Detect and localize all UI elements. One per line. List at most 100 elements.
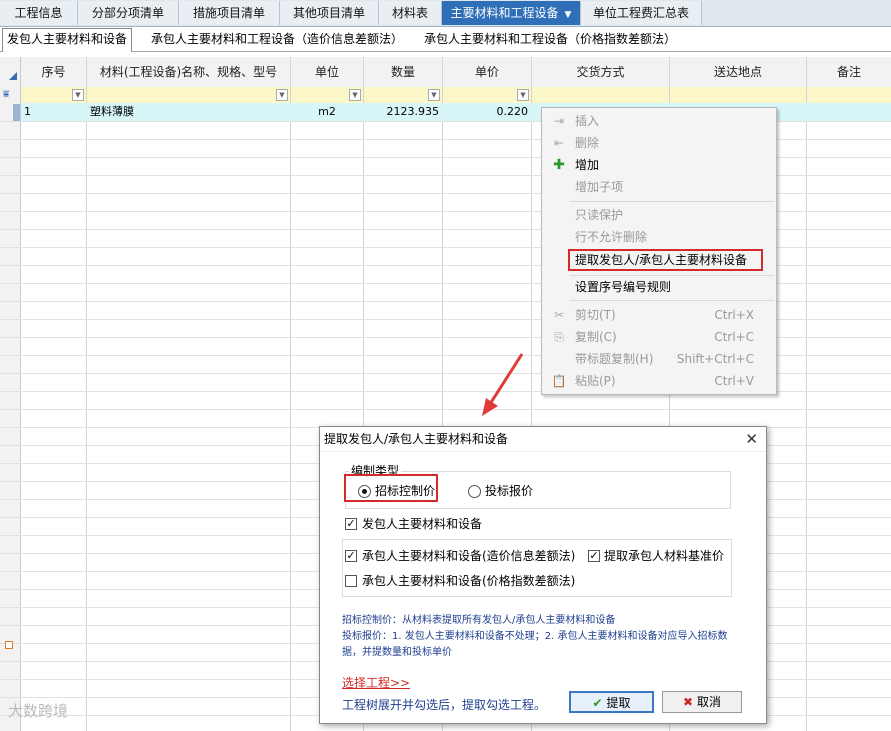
- insert-row-icon: ⇥: [553, 114, 565, 128]
- filter-cell[interactable]: ▼: [87, 87, 291, 104]
- menu-item-copy[interactable]: ⎘ 复制(C) Ctrl+C: [542, 327, 776, 347]
- check-icon: ✔: [592, 696, 603, 710]
- dropdown-icon[interactable]: ▼: [72, 89, 84, 101]
- checkbox-employer-materials[interactable]: ✓: [345, 518, 357, 530]
- select-project-link[interactable]: 选择工程>>: [342, 675, 410, 691]
- checkbox-extract-base-price[interactable]: ✓: [588, 550, 600, 562]
- context-menu: ⇥ 插入 ⇤ 删除 ✚ 增加 增加子项 只读保护 行不允许删除 提取发包人/承包人主要…: [541, 107, 777, 395]
- sub-tab-bar: 发包人主要材料和设备 承包人主要材料和工程设备（造价信息差额法） 承包人主要材料…: [0, 27, 891, 52]
- note-bid-quote-cont: 据，并提数量和投标单价: [342, 647, 452, 658]
- tab-label: 单位工程费汇总表: [592, 6, 689, 20]
- menu-item-label: 插入: [575, 114, 600, 128]
- menu-item-label: 复制(C): [575, 330, 617, 344]
- tab-label: 分部分项清单: [91, 6, 164, 20]
- col-header-remark[interactable]: 备注: [807, 57, 891, 88]
- tab-label: 其他项目清单: [292, 6, 365, 20]
- menu-item-no-delete[interactable]: 行不允许删除: [542, 227, 776, 247]
- plus-icon: ✚: [553, 157, 565, 173]
- menu-separator: [570, 300, 774, 301]
- menu-item-insert[interactable]: ⇥ 插入: [542, 111, 776, 131]
- paste-icon: 📋: [551, 374, 567, 388]
- tab-measure-items[interactable]: 措施项目清单: [179, 1, 280, 25]
- tab-label: 主要材料和工程设备: [450, 6, 559, 20]
- checkbox-contractor-info-label[interactable]: 承包人主要材料和设备(造价信息差额法): [362, 548, 575, 564]
- menu-item-label: 粘贴(P): [575, 374, 616, 388]
- checkbox-extract-base-label[interactable]: 提取承包人材料基准价: [604, 548, 724, 564]
- menu-item-label: 带标题复制(H): [575, 352, 654, 366]
- extract-button[interactable]: ✔ 提取: [569, 691, 654, 713]
- tab-project-info[interactable]: 工程信息: [0, 1, 78, 25]
- filter-cell[interactable]: ▼: [21, 87, 87, 104]
- checkbox-contractor-info-method[interactable]: ✓: [345, 550, 357, 562]
- tab-unit-cost-summary[interactable]: 单位工程费汇总表: [581, 1, 702, 25]
- cancel-button[interactable]: ✖ 取消: [662, 691, 742, 713]
- col-header-qty[interactable]: 数量: [364, 57, 443, 88]
- col-header-price[interactable]: 单价: [443, 57, 532, 88]
- delete-row-icon: ⇤: [553, 136, 565, 150]
- filter-cell[interactable]: ▼: [443, 87, 532, 104]
- dialog-title: 提取发包人/承包人主要材料和设备: [324, 432, 509, 446]
- cell-price[interactable]: 0.220: [443, 103, 531, 121]
- menu-item-cut[interactable]: ✂ 剪切(T) Ctrl+X: [542, 305, 776, 325]
- col-header-delivery[interactable]: 交货方式: [532, 57, 670, 88]
- menu-separator: [570, 275, 774, 276]
- dropdown-icon[interactable]: ▼: [428, 89, 440, 101]
- cell-name[interactable]: 塑料薄膜: [87, 103, 290, 121]
- menu-item-paste[interactable]: 📋 粘贴(P) Ctrl+V: [542, 371, 776, 391]
- cut-icon: ✂: [553, 308, 565, 322]
- filter-cell[interactable]: ▼: [291, 87, 364, 104]
- marker-icon: [5, 641, 13, 649]
- cell-unit[interactable]: m2: [291, 103, 363, 121]
- menu-item-add-child[interactable]: 增加子项: [542, 177, 776, 197]
- radio-bid-control[interactable]: [358, 485, 371, 498]
- cancel-x-icon: ✖: [683, 695, 694, 709]
- subtab-contractor-index-method[interactable]: 承包人主要材料和工程设备（价格指数差额法）: [420, 29, 680, 50]
- grid-divider: [806, 57, 807, 731]
- filter-cell[interactable]: [670, 87, 807, 104]
- checkbox-contractor-index-label[interactable]: 承包人主要材料和设备(价格指数差额法): [362, 573, 575, 589]
- close-icon[interactable]: ✕: [745, 430, 758, 448]
- shortcut-label: Ctrl+C: [714, 330, 754, 344]
- tab-label: 措施项目清单: [192, 6, 265, 20]
- dialog-title-bar: 提取发包人/承包人主要材料和设备 ✕: [320, 427, 766, 452]
- watermark: 大数跨境: [8, 702, 69, 720]
- subtab-contractor-info-method[interactable]: 承包人主要材料和工程设备（造价信息差额法）: [147, 29, 407, 50]
- radio-bid-control-label[interactable]: 招标控制价: [375, 483, 435, 499]
- menu-item-copy-with-header[interactable]: 带标题复制(H) Shift+Ctrl+C: [542, 349, 776, 369]
- highlight-box: [568, 249, 763, 271]
- filter-cell[interactable]: [807, 87, 891, 104]
- tab-division-items[interactable]: 分部分项清单: [78, 1, 179, 25]
- dropdown-icon[interactable]: ▼: [517, 89, 529, 101]
- cell-seq[interactable]: 1: [21, 103, 86, 121]
- note-bid-control: 招标控制价：从材料表提取所有发包人/承包人主要材料和设备: [342, 615, 616, 626]
- radio-bid-quote-label[interactable]: 投标报价: [485, 483, 533, 499]
- menu-item-numbering-rule[interactable]: 设置序号编号规则: [542, 277, 776, 297]
- tab-label: 工程信息: [14, 6, 63, 20]
- tab-other-items[interactable]: 其他项目清单: [280, 1, 379, 25]
- filter-cell[interactable]: [532, 87, 670, 104]
- menu-item-label: 只读保护: [575, 208, 624, 222]
- tab-materials[interactable]: 材料表: [379, 1, 442, 25]
- select-all-corner-icon[interactable]: [9, 72, 17, 80]
- col-header-seq[interactable]: 序号: [21, 57, 87, 88]
- cell-qty[interactable]: 2123.935: [364, 103, 442, 121]
- extract-materials-dialog: 提取发包人/承包人主要材料和设备 ✕ 编制类型 招标控制价 投标报价 ✓ 发包人…: [319, 426, 767, 724]
- menu-item-delete[interactable]: ⇤ 删除: [542, 133, 776, 153]
- menu-item-readonly[interactable]: 只读保护: [542, 205, 776, 225]
- dropdown-icon[interactable]: ▼: [276, 89, 288, 101]
- arrow-icon: [482, 353, 524, 416]
- menu-item-label: 删除: [575, 136, 600, 150]
- col-header-name[interactable]: 材料(工程设备)名称、规格、型号: [87, 57, 291, 88]
- tab-main-materials[interactable]: 主要材料和工程设备 ▼: [442, 1, 581, 25]
- col-header-destination[interactable]: 送达地点: [670, 57, 807, 88]
- filter-icon[interactable]: ⩸: [3, 88, 9, 102]
- radio-bid-quote[interactable]: [468, 485, 481, 498]
- checkbox-employer-label[interactable]: 发包人主要材料和设备: [362, 516, 482, 532]
- checkbox-contractor-index-method[interactable]: [345, 575, 357, 587]
- subtab-employer-materials[interactable]: 发包人主要材料和设备: [2, 28, 133, 52]
- dropdown-icon[interactable]: ▼: [349, 89, 361, 101]
- col-header-unit[interactable]: 单位: [291, 57, 364, 88]
- menu-item-add[interactable]: ✚ 增加: [542, 155, 776, 175]
- filter-cell[interactable]: ▼: [364, 87, 443, 104]
- chevron-down-icon[interactable]: ▼: [565, 3, 572, 25]
